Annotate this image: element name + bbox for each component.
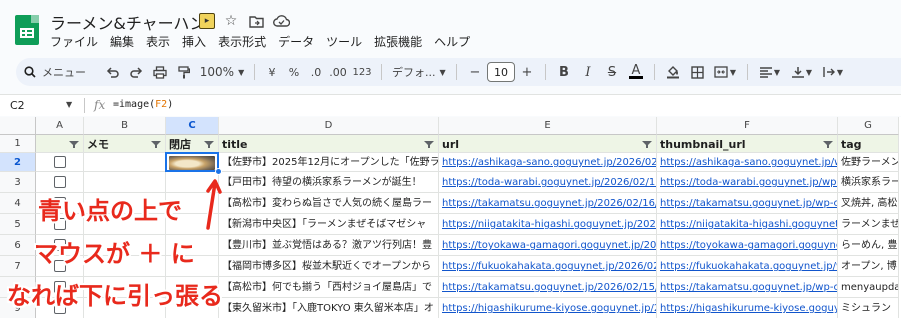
annotation-arrow [205, 179, 222, 231]
